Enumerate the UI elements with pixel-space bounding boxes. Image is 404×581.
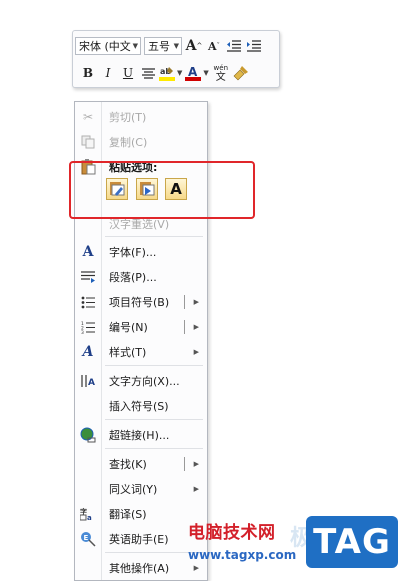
chevron-down-icon[interactable]: ▼: [177, 69, 182, 77]
menu-item-hyperlink[interactable]: 超链接(H)...: [75, 424, 207, 446]
font-size-combo[interactable]: 五号 ▼: [144, 37, 182, 55]
split-divider: [184, 457, 185, 471]
menu-item-label: 文字方向(X)...: [109, 375, 180, 388]
decrease-indent-icon: [227, 40, 241, 52]
menu-item-cut[interactable]: ✂ 剪切(T): [75, 106, 207, 128]
menu-item-font[interactable]: A 字体(F)...: [75, 241, 207, 263]
mini-toolbar-row-2: B I U ab ▼ A ▼ wén 文: [75, 61, 252, 85]
menu-separator: [105, 419, 203, 420]
bold-button[interactable]: B: [79, 63, 97, 83]
watermark-title: 电脑技术网: [188, 523, 276, 543]
increase-indent-button[interactable]: [245, 36, 263, 56]
menu-item-label: 翻译(S): [109, 508, 147, 521]
font-color-button[interactable]: A: [185, 63, 202, 83]
menu-item-bullets[interactable]: 项目符号(B) ▶: [75, 291, 207, 313]
font-color-icon: A: [185, 65, 202, 81]
paragraph-icon: [80, 269, 96, 285]
mini-toolbar: 宋体 (中文 ▼ 五号 ▼ A ^ Aˇ B I U ab ▼ A ▼ wén …: [72, 30, 280, 88]
menu-item-label: 编号(N): [109, 321, 148, 334]
menu-item-label: 剪切(T): [109, 111, 147, 124]
chevron-down-icon: ▼: [173, 42, 179, 50]
menu-item-label: 其他操作(A): [109, 562, 170, 575]
menu-item-insert-symbol[interactable]: 插入符号(S): [75, 395, 207, 417]
annotation-highlight-box: [69, 161, 255, 219]
grow-font-button[interactable]: A ^: [185, 36, 203, 56]
format-painter-icon: [233, 66, 248, 81]
menu-item-copy[interactable]: 复制(C): [75, 131, 207, 153]
underline-button[interactable]: U: [119, 63, 137, 83]
submenu-arrow-icon[interactable]: ▶: [194, 323, 199, 331]
submenu-arrow-icon: ▶: [193, 564, 199, 572]
shrink-font-button[interactable]: Aˇ: [205, 36, 223, 56]
svg-text:3: 3: [81, 330, 84, 334]
split-divider: [184, 295, 185, 309]
increase-indent-icon: [247, 40, 261, 52]
highlighter-icon: ab: [159, 67, 175, 81]
copy-icon: [80, 134, 96, 150]
menu-item-label: 项目符号(B): [109, 296, 170, 309]
grow-font-icon: A: [185, 38, 197, 54]
scissors-icon: ✂: [82, 110, 94, 124]
menu-item-label: 英语助手(E): [109, 533, 169, 546]
menu-item-synonyms[interactable]: 同义词(Y) ▶: [75, 478, 207, 500]
decrease-indent-button[interactable]: [225, 36, 243, 56]
submenu-arrow-icon[interactable]: ▶: [194, 460, 199, 468]
menu-separator: [105, 365, 203, 366]
shrink-font-icon: A: [207, 39, 217, 53]
menu-item-find[interactable]: 查找(K) ▶: [75, 453, 207, 475]
styles-icon: A: [82, 344, 94, 360]
font-icon: A: [82, 244, 94, 260]
menu-item-label: 查找(K): [109, 458, 147, 471]
text-direction-icon: A: [80, 373, 96, 389]
menu-item-styles[interactable]: A 样式(T) ▶: [75, 341, 207, 363]
translate-icon: 字a: [80, 506, 96, 522]
center-align-button[interactable]: [139, 63, 157, 83]
menu-item-label: 字体(F)...: [109, 246, 157, 259]
font-size-value: 五号: [148, 40, 170, 53]
highlight-button[interactable]: ab: [159, 63, 175, 83]
menu-separator: [105, 236, 203, 237]
english-assistant-icon: E: [80, 531, 96, 547]
bullets-icon: [80, 294, 96, 310]
mini-toolbar-row-1: 宋体 (中文 ▼ 五号 ▼ A ^ Aˇ: [75, 34, 265, 58]
align-center-icon: [141, 67, 155, 79]
chevron-down-icon[interactable]: ▼: [203, 69, 208, 77]
split-divider: [184, 320, 185, 334]
submenu-arrow-icon: ▶: [193, 348, 199, 356]
menu-item-label: 超链接(H)...: [109, 429, 170, 442]
numbering-icon: 123: [80, 319, 96, 335]
svg-text:E: E: [84, 534, 89, 542]
menu-item-label: 同义词(Y): [109, 483, 158, 496]
font-name-value: 宋体 (中文: [79, 40, 131, 53]
menu-separator: [105, 448, 203, 449]
font-color-letter: A: [188, 65, 198, 79]
menu-item-paragraph[interactable]: 段落(P)...: [75, 266, 207, 288]
menu-item-numbering[interactable]: 123 编号(N) ▶: [75, 316, 207, 338]
watermark-url: www.tagxp.com: [188, 548, 297, 562]
format-painter-button[interactable]: [232, 63, 250, 83]
menu-item-text-direction[interactable]: A 文字方向(X)...: [75, 370, 207, 392]
menu-item-label: 段落(P)...: [109, 271, 157, 284]
watermark-tag-logo: TAG: [306, 516, 398, 568]
phonetic-guide-button[interactable]: wén 文: [212, 63, 230, 83]
svg-text:a: a: [87, 514, 92, 521]
menu-item-label: 样式(T): [109, 346, 147, 359]
up-caret-icon: ^: [196, 42, 203, 50]
down-caret-icon: ˇ: [216, 42, 221, 50]
italic-button[interactable]: I: [99, 63, 117, 83]
menu-item-label: 插入符号(S): [109, 400, 169, 413]
hyperlink-globe-icon: [80, 427, 96, 443]
phonetic-bottom: 文: [215, 72, 226, 83]
svg-text:A: A: [88, 378, 95, 388]
submenu-arrow-icon: ▶: [193, 485, 199, 493]
font-name-combo[interactable]: 宋体 (中文 ▼: [75, 37, 141, 55]
submenu-arrow-icon[interactable]: ▶: [194, 298, 199, 306]
chevron-down-icon: ▼: [132, 42, 138, 50]
menu-item-label: 复制(C): [109, 136, 148, 149]
